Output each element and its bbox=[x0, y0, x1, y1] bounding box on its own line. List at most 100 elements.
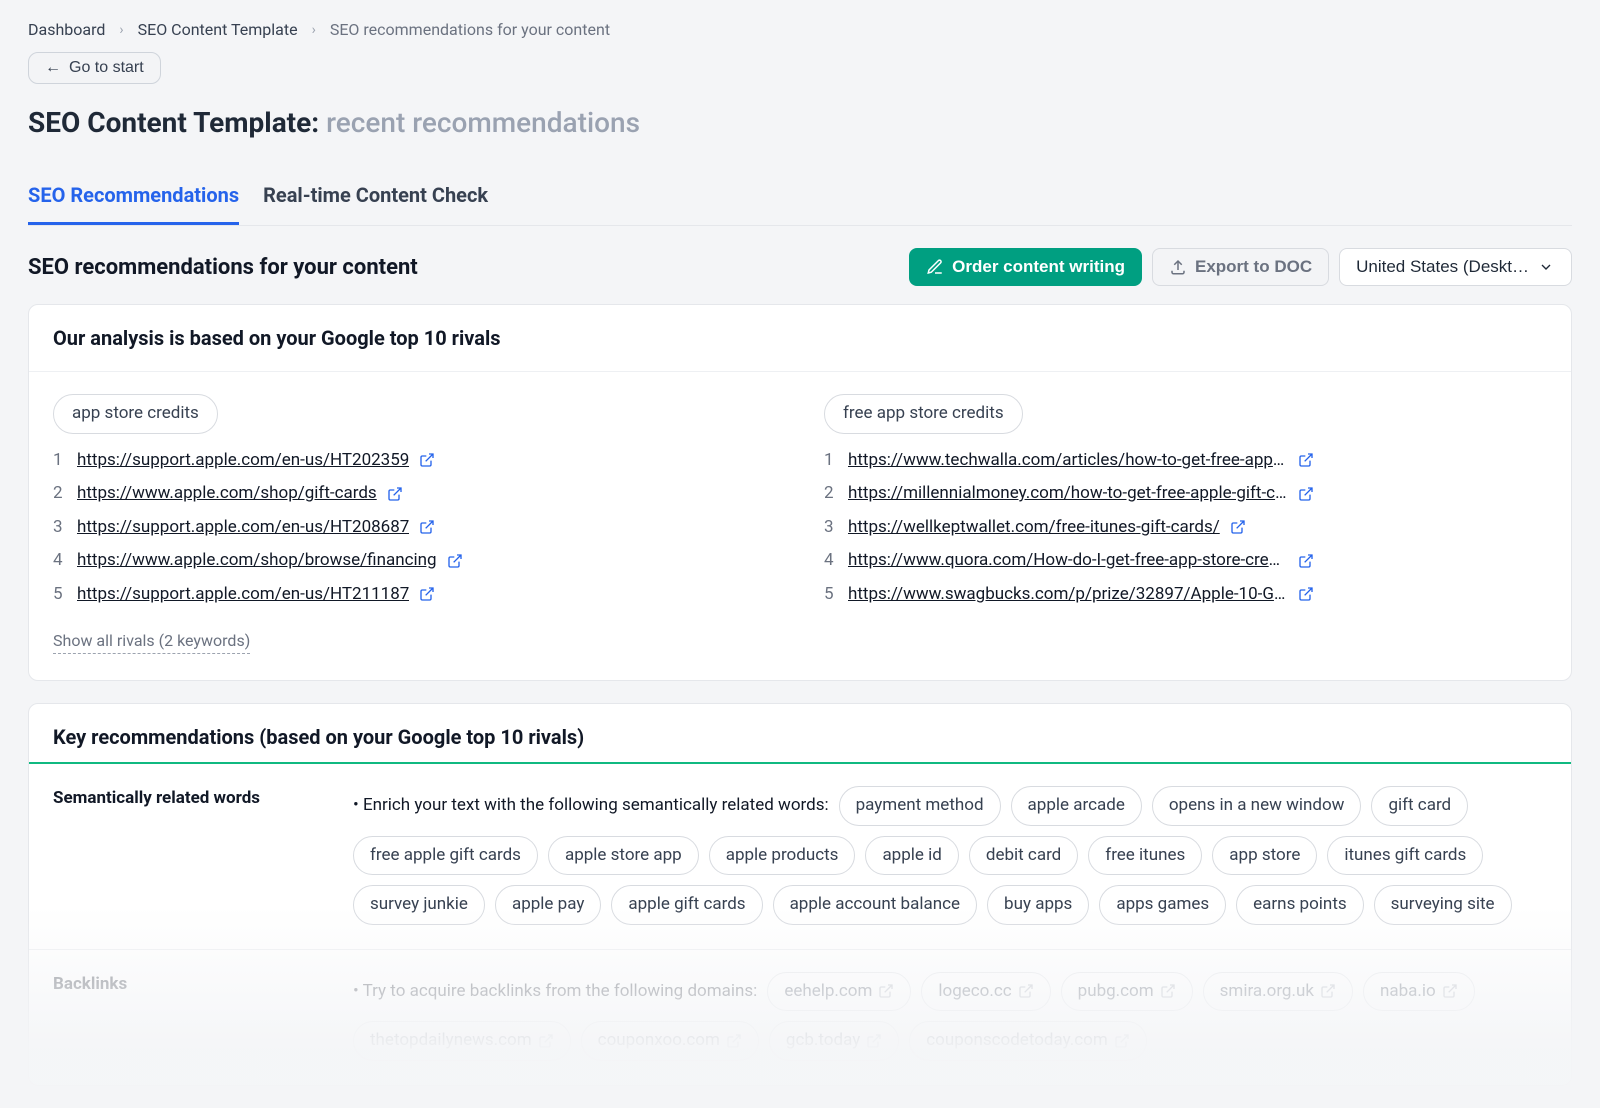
rival-rank: 1 bbox=[53, 448, 67, 474]
semantic-tag[interactable]: apps games bbox=[1099, 885, 1226, 925]
external-link-icon[interactable] bbox=[387, 486, 403, 502]
backlink-domain: pubg.com bbox=[1078, 979, 1154, 1005]
backlink-domain: smira.org.uk bbox=[1220, 979, 1314, 1005]
semantic-tag[interactable]: apple store app bbox=[548, 836, 699, 876]
rival-item: 5 https://www.swagbucks.com/p/prize/32897… bbox=[824, 582, 1547, 608]
rival-link[interactable]: https://www.apple.com/shop/gift-cards bbox=[77, 481, 377, 507]
semantic-tag[interactable]: survey junkie bbox=[353, 885, 485, 925]
external-link-icon[interactable] bbox=[419, 586, 435, 602]
breadcrumb-dashboard[interactable]: Dashboard bbox=[28, 18, 105, 42]
external-link-icon bbox=[1114, 1033, 1130, 1049]
backlink-tag[interactable]: pubg.com bbox=[1061, 972, 1193, 1012]
breadcrumb-current: SEO recommendations for your content bbox=[330, 18, 610, 42]
semantic-tag[interactable]: apple account balance bbox=[773, 885, 977, 925]
semantic-tag[interactable]: buy apps bbox=[987, 885, 1089, 925]
backlink-tag[interactable]: eehelp.com bbox=[767, 972, 911, 1012]
semantic-tag[interactable]: debit card bbox=[969, 836, 1078, 876]
semantic-tag[interactable]: surveying site bbox=[1374, 885, 1512, 925]
semantic-tag[interactable]: payment method bbox=[839, 786, 1001, 826]
external-link-icon[interactable] bbox=[419, 452, 435, 468]
rival-rank: 5 bbox=[53, 582, 67, 608]
rival-rank: 4 bbox=[53, 548, 67, 574]
rival-link[interactable]: https://www.techwalla.com/articles/how-t… bbox=[848, 448, 1288, 474]
chevron-down-icon bbox=[1537, 258, 1555, 276]
semantic-tag[interactable]: apple id bbox=[865, 836, 958, 876]
rival-link[interactable]: https://support.apple.com/en-us/HT202359 bbox=[77, 448, 409, 474]
breadcrumb-template[interactable]: SEO Content Template bbox=[138, 18, 298, 42]
row-label: Semantically related words bbox=[53, 786, 313, 925]
key-card-heading: Key recommendations (based on your Googl… bbox=[29, 704, 1571, 762]
rival-link[interactable]: https://www.swagbucks.com/p/prize/32897/… bbox=[848, 582, 1288, 608]
semantic-tag[interactable]: earns points bbox=[1236, 885, 1364, 925]
tab-seo-recommendations[interactable]: SEO Recommendations bbox=[28, 176, 239, 225]
semantic-tag[interactable]: free itunes bbox=[1088, 836, 1202, 876]
external-link-icon[interactable] bbox=[419, 519, 435, 535]
rival-link[interactable]: https://www.apple.com/shop/browse/financ… bbox=[77, 548, 437, 574]
semantic-lead: • Enrich your text with the following se… bbox=[353, 793, 829, 819]
semantic-tag[interactable]: apple products bbox=[709, 836, 856, 876]
arrow-left-icon: ← bbox=[45, 59, 61, 77]
rival-rank: 3 bbox=[53, 515, 67, 541]
backlink-domain: gcb.today bbox=[786, 1028, 860, 1054]
order-content-button[interactable]: Order content writing bbox=[909, 248, 1142, 286]
rival-link[interactable]: https://support.apple.com/en-us/HT208687 bbox=[77, 515, 409, 541]
breadcrumb: Dashboard › SEO Content Template › SEO r… bbox=[28, 18, 1572, 42]
rival-link[interactable]: https://millennialmoney.com/how-to-get-f… bbox=[848, 481, 1288, 507]
rival-link[interactable]: https://support.apple.com/en-us/HT211187 bbox=[77, 582, 409, 608]
tab-realtime-check[interactable]: Real-time Content Check bbox=[263, 176, 488, 225]
backlink-tag[interactable]: gcb.today bbox=[769, 1021, 899, 1061]
rival-rank: 4 bbox=[824, 548, 838, 574]
rival-link[interactable]: https://www.quora.com/How-do-I-get-free-… bbox=[848, 548, 1288, 574]
rival-rank: 2 bbox=[53, 481, 67, 507]
rival-item: 3 https://support.apple.com/en-us/HT20868… bbox=[53, 515, 776, 541]
page-title-prefix: SEO Content Template: bbox=[28, 106, 319, 139]
actions-bar: Order content writing Export to DOC Unit… bbox=[909, 248, 1572, 286]
rival-item: 2https://millennialmoney.com/how-to-get-… bbox=[824, 481, 1547, 507]
backlink-tag[interactable]: couponxoo.com bbox=[581, 1021, 759, 1061]
external-link-icon[interactable] bbox=[1298, 586, 1314, 602]
semantic-tag[interactable]: free apple gift cards bbox=[353, 836, 538, 876]
external-link-icon[interactable] bbox=[1298, 553, 1314, 569]
external-link-icon bbox=[878, 983, 894, 999]
backlink-tag[interactable]: thetopdailynews.com bbox=[353, 1021, 571, 1061]
backlink-tag[interactable]: smira.org.uk bbox=[1203, 972, 1353, 1012]
rival-link[interactable]: https://wellkeptwallet.com/free-itunes-g… bbox=[848, 515, 1220, 541]
backlink-domain: couponxoo.com bbox=[598, 1028, 720, 1054]
show-all-rivals-link[interactable]: Show all rivals (2 keywords) bbox=[53, 629, 250, 654]
semantic-tag[interactable]: app store bbox=[1212, 836, 1317, 876]
external-link-icon bbox=[538, 1033, 554, 1049]
external-link-icon[interactable] bbox=[447, 553, 463, 569]
export-doc-button[interactable]: Export to DOC bbox=[1152, 248, 1329, 286]
rival-item: 4 https://www.apple.com/shop/browse/finan… bbox=[53, 548, 776, 574]
keyword-pill: free app store credits bbox=[824, 394, 1023, 434]
backlink-tag[interactable]: naba.io bbox=[1363, 972, 1475, 1012]
external-link-icon[interactable] bbox=[1298, 452, 1314, 468]
rival-column: app store credits1https://support.apple.… bbox=[53, 394, 776, 607]
go-to-start-label: Go to start bbox=[69, 59, 144, 77]
semantic-tag[interactable]: gift card bbox=[1371, 786, 1468, 826]
backlink-tag[interactable]: couponscodetoday.com bbox=[909, 1021, 1147, 1061]
tabs: SEO Recommendations Real-time Content Ch… bbox=[28, 176, 1572, 226]
external-link-icon bbox=[1442, 983, 1458, 999]
row-semantic: Semantically related words • Enrich your… bbox=[29, 764, 1571, 950]
semantic-tag[interactable]: apple gift cards bbox=[611, 885, 762, 925]
external-link-icon bbox=[1160, 983, 1176, 999]
rival-rank: 3 bbox=[824, 515, 838, 541]
rival-rank: 5 bbox=[824, 582, 838, 608]
go-to-start-button[interactable]: ← Go to start bbox=[28, 52, 161, 84]
semantic-tag[interactable]: apple pay bbox=[495, 885, 601, 925]
rival-item: 1https://www.techwalla.com/articles/how-… bbox=[824, 448, 1547, 474]
country-dropdown[interactable]: United States (Deskt… bbox=[1339, 248, 1572, 286]
key-recommendations-card: Key recommendations (based on your Googl… bbox=[28, 703, 1572, 1086]
semantic-tag[interactable]: opens in a new window bbox=[1152, 786, 1362, 826]
semantic-tag[interactable]: itunes gift cards bbox=[1327, 836, 1483, 876]
order-content-label: Order content writing bbox=[952, 257, 1125, 277]
backlink-domain: logeco.cc bbox=[938, 979, 1011, 1005]
row-backlinks: Backlinks • Try to acquire backlinks fro… bbox=[29, 950, 1571, 1085]
external-link-icon[interactable] bbox=[1298, 486, 1314, 502]
semantic-tag[interactable]: apple arcade bbox=[1011, 786, 1142, 826]
external-link-icon[interactable] bbox=[1230, 519, 1246, 535]
rival-item: 1 https://support.apple.com/en-us/HT20235… bbox=[53, 448, 776, 474]
external-link-icon bbox=[726, 1033, 742, 1049]
backlink-tag[interactable]: logeco.cc bbox=[921, 972, 1050, 1012]
